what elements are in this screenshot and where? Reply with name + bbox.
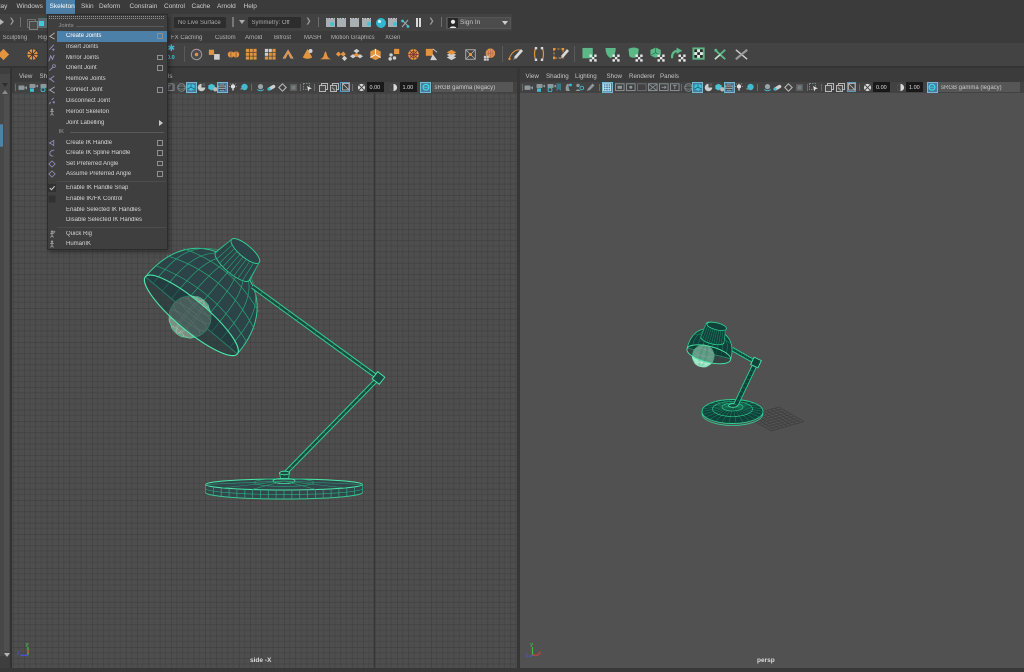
svg-text:y: y [530,642,534,648]
svg-text:z: z [526,652,529,658]
svg-text:x: x [538,650,542,656]
svg-text:z: z [16,650,19,656]
